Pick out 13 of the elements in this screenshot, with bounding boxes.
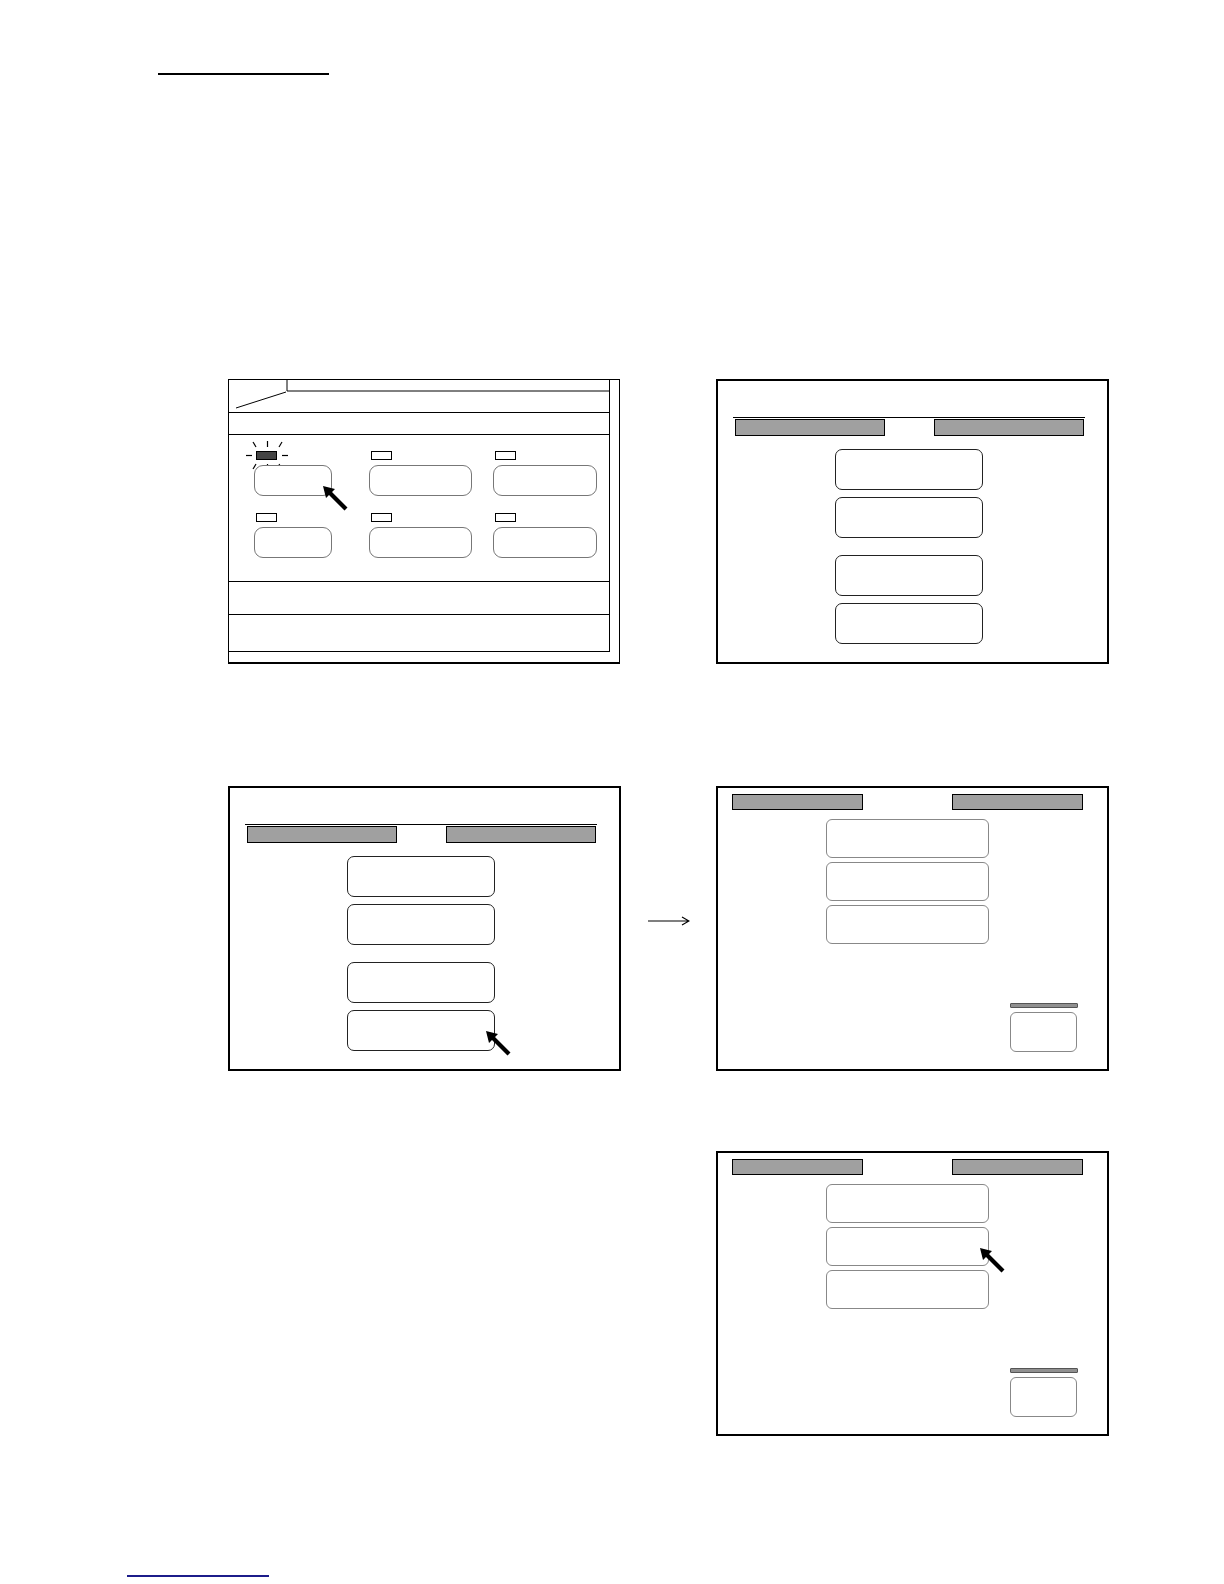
- option-button[interactable]: [835, 449, 983, 490]
- option-button[interactable]: [835, 497, 983, 538]
- option-button[interactable]: [347, 904, 495, 945]
- option-button[interactable]: [347, 962, 495, 1003]
- option-button[interactable]: [835, 603, 983, 644]
- side-button[interactable]: [1010, 1377, 1077, 1417]
- option-button[interactable]: [835, 555, 983, 596]
- side-button[interactable]: [1010, 1012, 1077, 1052]
- label-bar: [1010, 1368, 1078, 1373]
- option-button[interactable]: [347, 856, 495, 897]
- option-button[interactable]: [347, 1010, 495, 1051]
- label-bar: [1010, 1003, 1078, 1008]
- menu-button[interactable]: [254, 465, 332, 496]
